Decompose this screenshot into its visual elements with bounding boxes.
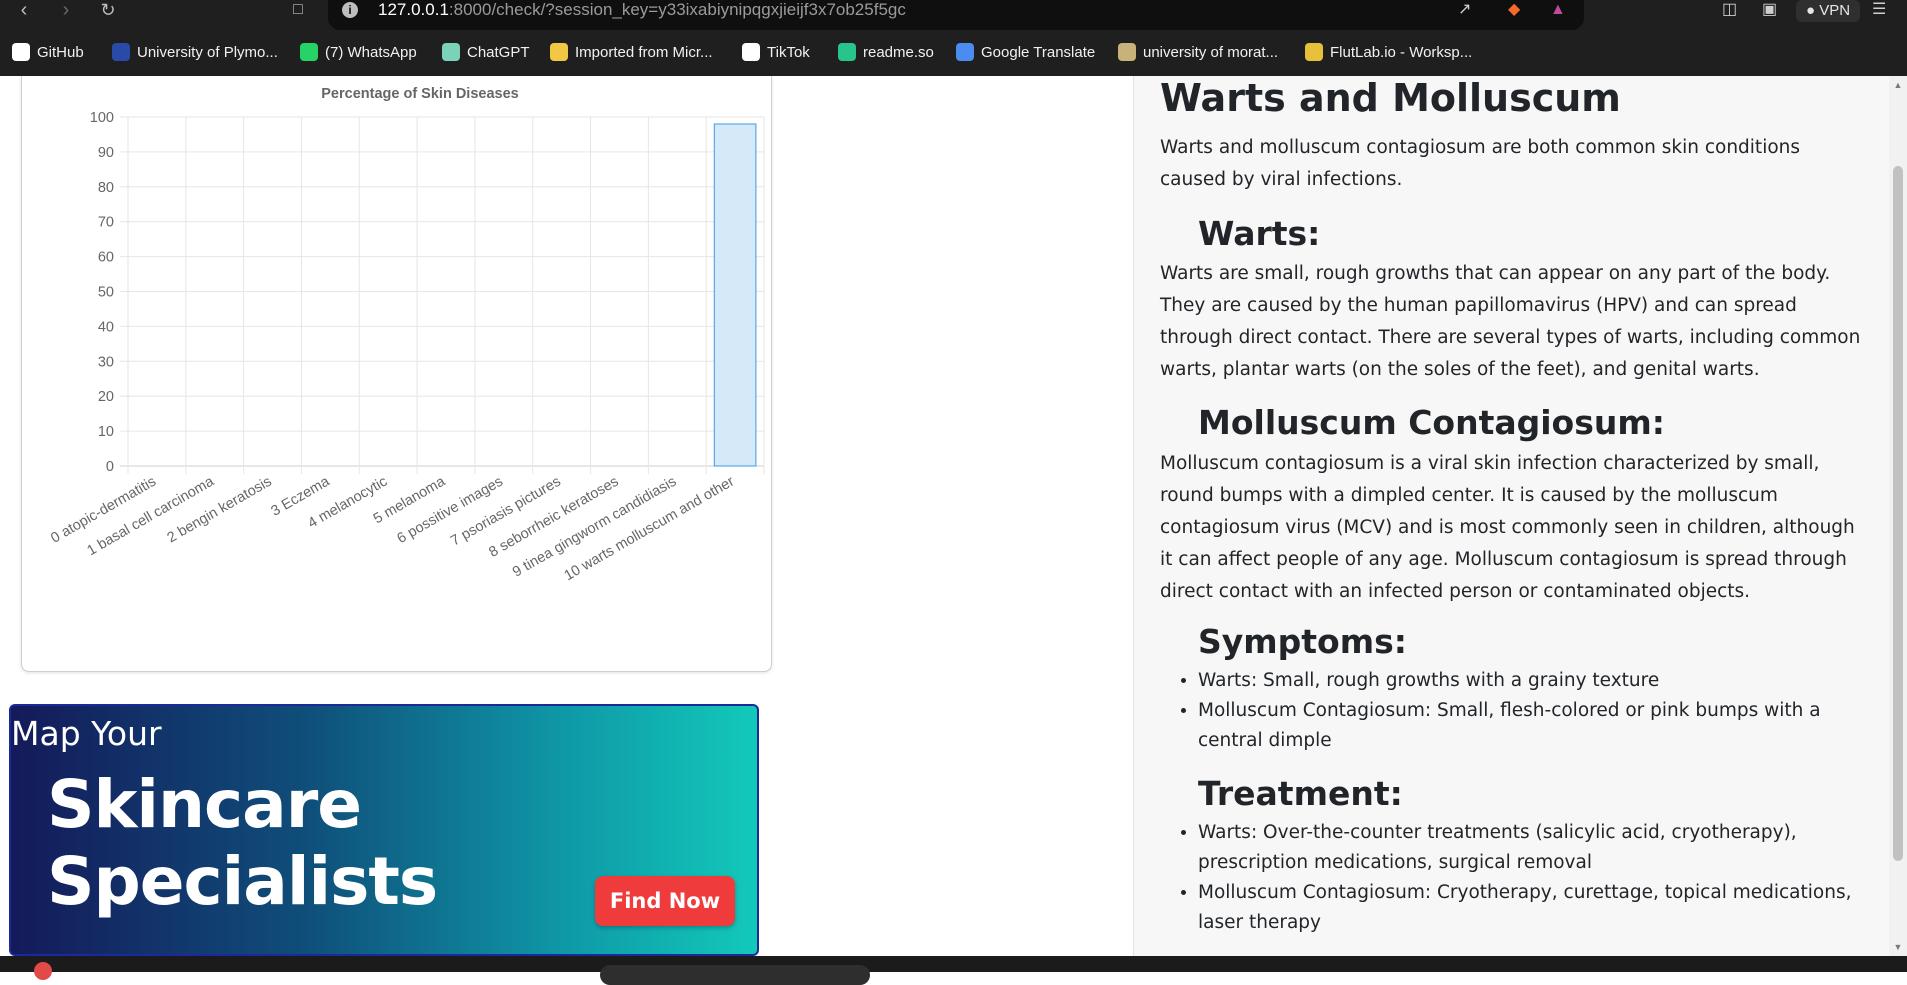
scroll-up-icon[interactable]: ▲: [1893, 80, 1903, 90]
bookmark-item[interactable]: FlutLab.io - Worksp...: [1305, 43, 1472, 63]
folder-icon: [550, 43, 568, 61]
weather-icon[interactable]: [34, 962, 52, 980]
symptoms-heading: Symptoms:: [1198, 622, 1407, 661]
bookmark-label: FlutLab.io - Worksp...: [1330, 44, 1473, 61]
disease-info-panel: Warts and Molluscum Warts and molluscum …: [1133, 76, 1889, 956]
browser-toolbar: ‹ › ↻ □ i 127.0.0.1:8000/check/?session_…: [0, 0, 1907, 30]
y-tick-label: 100: [90, 110, 114, 126]
molluscum-text: Molluscum contagiosum is a viral skin in…: [1160, 453, 1855, 602]
y-tick-label: 90: [98, 145, 114, 161]
bookmark-item[interactable]: readme.so: [838, 43, 934, 63]
rewards-icon[interactable]: ▲: [1550, 0, 1566, 22]
y-tick-label: 60: [98, 250, 114, 266]
list-item: Molluscum Contagiosum: Small, flesh-colo…: [1198, 696, 1868, 756]
github-icon: [12, 43, 30, 61]
skin-disease-chart: Percentage of Skin Diseases 0 10 20 30 40 50 60…: [48, 86, 765, 584]
bookmark-item[interactable]: TikTok: [742, 43, 810, 63]
whatsapp-icon: [300, 43, 318, 61]
bookmark-label: Google Translate: [981, 44, 1096, 61]
bookmark-item[interactable]: university of morat...: [1118, 43, 1278, 63]
bookmark-label: TikTok: [767, 44, 810, 61]
bookmark-item[interactable]: Google Translate: [956, 43, 1095, 63]
bookmark-item[interactable]: Imported from Micr...: [550, 43, 713, 63]
vpn-button[interactable]: ● VPN: [1796, 0, 1861, 22]
taskbar-search[interactable]: [600, 965, 870, 985]
vpn-dot-icon: ●: [1806, 2, 1816, 19]
y-tick-label: 80: [98, 180, 114, 196]
flutter-icon: [1305, 43, 1323, 61]
bookmark-item[interactable]: (7) WhatsApp: [300, 43, 417, 63]
bookmark-label: readme.so: [863, 44, 934, 61]
symptoms-list: Warts: Small, rough growths with a grain…: [1198, 666, 1868, 756]
intro-text: Warts and molluscum contagiosum are both…: [1160, 137, 1801, 190]
banner-subtitle: Map Your: [11, 714, 162, 753]
page-viewport: Percentage of Skin Diseases 0 10 20 30 40 50 60…: [0, 76, 1907, 956]
shield-icon: [112, 43, 130, 61]
list-item: Warts: Over-the-counter treatments (sali…: [1198, 818, 1868, 878]
bookmark-label: university of morat...: [1143, 44, 1279, 61]
page-scrollbar[interactable]: ▲ ▼: [1889, 76, 1907, 956]
y-tick-label: 30: [98, 354, 114, 370]
share-icon[interactable]: ↗: [1458, 0, 1471, 22]
bookmark-icon[interactable]: □: [286, 0, 310, 22]
readme-icon: [838, 43, 856, 61]
bookmark-label: GitHub: [37, 44, 84, 61]
chatgpt-icon: [442, 43, 460, 61]
menu-icon[interactable]: ☰: [1872, 0, 1886, 22]
x-tick-label: 2 bengin keratosis: [165, 474, 275, 547]
list-item: Molluscum Contagiosum: Cryotherapy, cure…: [1198, 878, 1868, 938]
scroll-down-icon[interactable]: ▼: [1893, 942, 1903, 952]
tiktok-icon: [742, 43, 760, 61]
specialists-banner: Map Your Skincare Specialists Find Now: [9, 704, 759, 956]
find-now-button[interactable]: Find Now: [595, 876, 735, 926]
crest-icon: [1118, 43, 1136, 61]
list-item: Warts: Small, rough growths with a grain…: [1198, 666, 1868, 696]
sidebar-icon[interactable]: ◫: [1722, 0, 1737, 22]
warts-text: Warts are small, rough growths that can …: [1160, 263, 1861, 380]
warts-heading: Warts:: [1198, 214, 1321, 253]
molluscum-heading: Molluscum Contagiosum:: [1198, 403, 1665, 442]
url-text[interactable]: 127.0.0.1:8000/check/?session_key=y33ixa…: [378, 0, 906, 20]
y-tick-label: 10: [98, 424, 114, 440]
chart-title: Percentage of Skin Diseases: [321, 86, 518, 102]
y-tick-label: 50: [98, 285, 114, 301]
y-tick-label: 0: [106, 459, 114, 475]
bookmark-label: University of Plymo...: [137, 44, 278, 61]
bookmark-item[interactable]: University of Plymo...: [112, 43, 278, 63]
bookmark-label: Imported from Micr...: [575, 44, 713, 61]
page-title: Warts and Molluscum: [1160, 76, 1621, 120]
treatment-heading: Treatment:: [1198, 774, 1403, 813]
y-tick-label: 40: [98, 319, 114, 335]
bookmark-label: ChatGPT: [467, 44, 530, 61]
site-info-icon[interactable]: i: [342, 2, 358, 18]
y-tick-label: 20: [98, 389, 114, 405]
y-tick-label: 70: [98, 215, 114, 231]
bookmarks-bar: GitHub University of Plymo... (7) WhatsApp…: [0, 30, 1907, 76]
bookmark-item[interactable]: GitHub: [12, 43, 84, 63]
chart-card: Percentage of Skin Diseases 0 10 20 30 40 50 60…: [21, 76, 772, 672]
address-bar[interactable]: i 127.0.0.1:8000/check/?session_key=y33i…: [328, 0, 1584, 30]
chart-bar: [713, 123, 757, 467]
translate-icon: [956, 43, 974, 61]
bookmark-item[interactable]: ChatGPT: [442, 43, 530, 63]
os-taskbar: [0, 956, 1907, 985]
wallet-icon[interactable]: ▣: [1762, 0, 1777, 22]
back-icon[interactable]: ‹: [12, 0, 36, 22]
bookmark-label: (7) WhatsApp: [325, 44, 417, 61]
brave-shield-icon[interactable]: ◆: [1508, 0, 1520, 22]
reload-icon[interactable]: ↻: [96, 0, 120, 22]
scroll-thumb[interactable]: [1893, 166, 1903, 861]
treatment-list: Warts: Over-the-counter treatments (sali…: [1198, 818, 1868, 938]
forward-icon[interactable]: ›: [54, 0, 78, 22]
